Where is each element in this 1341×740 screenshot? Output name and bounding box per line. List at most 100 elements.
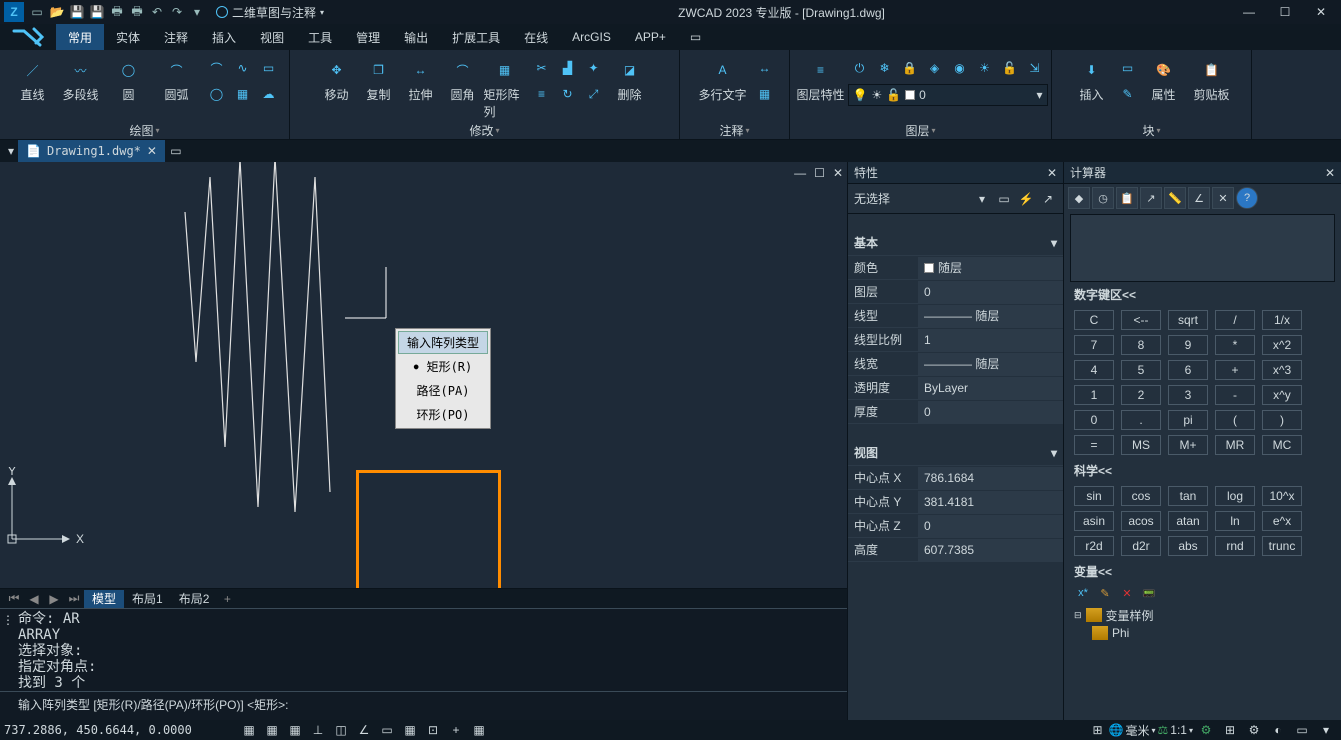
- calc-key[interactable]: 3: [1168, 385, 1208, 405]
- qat-open-icon[interactable]: 📂: [48, 3, 66, 21]
- ribbon-tab-2[interactable]: 注释: [152, 24, 200, 50]
- attr-tool[interactable]: 🎨属性: [1140, 52, 1188, 106]
- ribbon-tab-0[interactable]: 常用: [56, 24, 104, 50]
- close-button[interactable]: ✕: [1305, 0, 1337, 24]
- collapse-icon[interactable]: ▾: [1051, 236, 1057, 250]
- layer-lock-icon[interactable]: 🔒: [898, 56, 922, 80]
- prop-row[interactable]: 线型比例1: [848, 328, 1063, 352]
- calc-getangle-icon[interactable]: ∠: [1188, 187, 1210, 209]
- calculator-close-icon[interactable]: ✕: [1325, 166, 1335, 180]
- calc-key[interactable]: (: [1215, 410, 1255, 430]
- prop-value[interactable]: 607.7385: [918, 539, 1063, 561]
- calc-key[interactable]: d2r: [1121, 536, 1161, 556]
- qat-undo-icon[interactable]: ↶: [148, 3, 166, 21]
- calc-key[interactable]: sin: [1074, 486, 1114, 506]
- calc-key[interactable]: 10^x: [1262, 486, 1302, 506]
- block-edit-icon[interactable]: ✎: [1116, 82, 1140, 106]
- selection-dropdown-icon[interactable]: ▾: [973, 190, 991, 208]
- layer-off-icon[interactable]: ◉: [948, 56, 972, 80]
- pin-icon[interactable]: ▾: [4, 144, 18, 158]
- layer-thaw-icon[interactable]: ☀: [973, 56, 997, 80]
- app-z-logo[interactable]: [0, 24, 56, 50]
- calc-key[interactable]: ): [1262, 410, 1302, 430]
- prop-row[interactable]: 中心点 Y381.4181: [848, 490, 1063, 514]
- calc-display[interactable]: [1070, 214, 1335, 282]
- prop-row[interactable]: 中心点 Z0: [848, 514, 1063, 538]
- calc-key[interactable]: r2d: [1074, 536, 1114, 556]
- calc-help-icon[interactable]: ?: [1236, 187, 1258, 209]
- ellipse-icon[interactable]: ◯: [205, 82, 229, 106]
- insert-tool[interactable]: ⬇插入: [1068, 52, 1116, 106]
- minimize-button[interactable]: —: [1233, 0, 1265, 24]
- status-toggle-0[interactable]: ▦: [238, 721, 260, 739]
- var-tree[interactable]: ⊟变量样例 Phi: [1064, 604, 1341, 650]
- drawing-canvas[interactable]: — ☐ ✕ 输入阵列类型 矩形(R)路径(PA)环形(PO): [0, 162, 847, 588]
- calc-getpoint-icon[interactable]: ↗: [1140, 187, 1162, 209]
- isolate-icon[interactable]: ◐: [1267, 721, 1289, 739]
- annoscale-icon[interactable]: ⚖: [1158, 723, 1169, 737]
- prop-row[interactable]: 厚度0: [848, 400, 1063, 424]
- calc-key[interactable]: <--: [1121, 310, 1161, 330]
- calc-key[interactable]: MR: [1215, 435, 1255, 455]
- ribbon-tab-11[interactable]: APP+: [623, 24, 678, 50]
- calc-x-icon[interactable]: ✕: [1212, 187, 1234, 209]
- prop-row[interactable]: 线型———— 随层: [848, 304, 1063, 328]
- ribbon-tab-10[interactable]: ArcGIS: [560, 24, 623, 50]
- prop-row[interactable]: 高度607.7385: [848, 538, 1063, 562]
- table-icon[interactable]: ▦: [753, 82, 777, 106]
- layer-on-icon[interactable]: ⏻: [848, 56, 872, 80]
- layer-merge-icon[interactable]: ⇲: [1023, 56, 1047, 80]
- prop-value[interactable]: 381.4181: [918, 491, 1063, 513]
- ribbon-tab-6[interactable]: 管理: [344, 24, 392, 50]
- var-delete-icon[interactable]: ✕: [1118, 584, 1136, 602]
- units-icon[interactable]: 🌐: [1109, 723, 1124, 737]
- status-toggle-6[interactable]: ▭: [376, 721, 398, 739]
- ribbon-tab-1[interactable]: 实体: [104, 24, 152, 50]
- ribbon-tab-8[interactable]: 扩展工具: [440, 24, 512, 50]
- prop-row[interactable]: 中心点 X786.1684: [848, 466, 1063, 490]
- modify-tool-1[interactable]: ❐复制: [358, 52, 400, 120]
- calc-key[interactable]: .: [1121, 410, 1161, 430]
- add-layout-icon[interactable]: +: [217, 590, 237, 608]
- calc-clear-icon[interactable]: ◆: [1068, 187, 1090, 209]
- calc-key[interactable]: acos: [1121, 511, 1161, 531]
- array-option-0[interactable]: 矩形(R): [398, 354, 488, 378]
- calc-key[interactable]: log: [1215, 486, 1255, 506]
- prop-value[interactable]: 0: [918, 401, 1063, 423]
- qat-plot-icon[interactable]: 🖶: [108, 3, 126, 21]
- prop-value[interactable]: ———— 随层: [918, 305, 1063, 327]
- calc-key[interactable]: 9: [1168, 335, 1208, 355]
- layout-tab-1[interactable]: 布局1: [124, 590, 171, 608]
- selection-type[interactable]: 无选择: [854, 190, 969, 207]
- ribbon-tab-4[interactable]: 视图: [248, 24, 296, 50]
- calc-key[interactable]: M+: [1168, 435, 1208, 455]
- scroll-prev-icon[interactable]: ◀: [24, 590, 44, 608]
- model-button[interactable]: ⊞: [1088, 723, 1106, 737]
- calc-getdist-icon[interactable]: 📏: [1164, 187, 1186, 209]
- calc-key[interactable]: sqrt: [1168, 310, 1208, 330]
- qat-new-icon[interactable]: ▭: [28, 3, 46, 21]
- prop-value[interactable]: 786.1684: [918, 467, 1063, 489]
- calc-key[interactable]: 1/x: [1262, 310, 1302, 330]
- var-new-icon[interactable]: x*: [1074, 584, 1092, 602]
- anno-vis-icon[interactable]: ⚙: [1195, 721, 1217, 739]
- prop-value[interactable]: 0: [918, 281, 1063, 303]
- custom-icon[interactable]: ▾: [1315, 721, 1337, 739]
- status-toggle-7[interactable]: ▦: [399, 721, 421, 739]
- var-edit-icon[interactable]: ✎: [1096, 584, 1114, 602]
- calc-key[interactable]: MS: [1121, 435, 1161, 455]
- qat-save-icon[interactable]: 💾: [68, 3, 86, 21]
- prop-row[interactable]: 透明度ByLayer: [848, 376, 1063, 400]
- rect-icon[interactable]: ▭: [257, 56, 281, 80]
- prop-value[interactable]: 随层: [918, 257, 1063, 279]
- maximize-button[interactable]: ☐: [1269, 0, 1301, 24]
- var-calc-icon[interactable]: 📟: [1140, 584, 1158, 602]
- calc-key[interactable]: pi: [1168, 410, 1208, 430]
- calc-key[interactable]: 2: [1121, 385, 1161, 405]
- selectobj-icon[interactable]: ↗: [1039, 190, 1057, 208]
- workspace-icon[interactable]: ⊞: [1219, 721, 1241, 739]
- prop-row[interactable]: 线宽———— 随层: [848, 352, 1063, 376]
- hardware-icon[interactable]: ⚙: [1243, 721, 1265, 739]
- rotate-icon[interactable]: ↻: [556, 82, 580, 106]
- calc-key[interactable]: x^y: [1262, 385, 1302, 405]
